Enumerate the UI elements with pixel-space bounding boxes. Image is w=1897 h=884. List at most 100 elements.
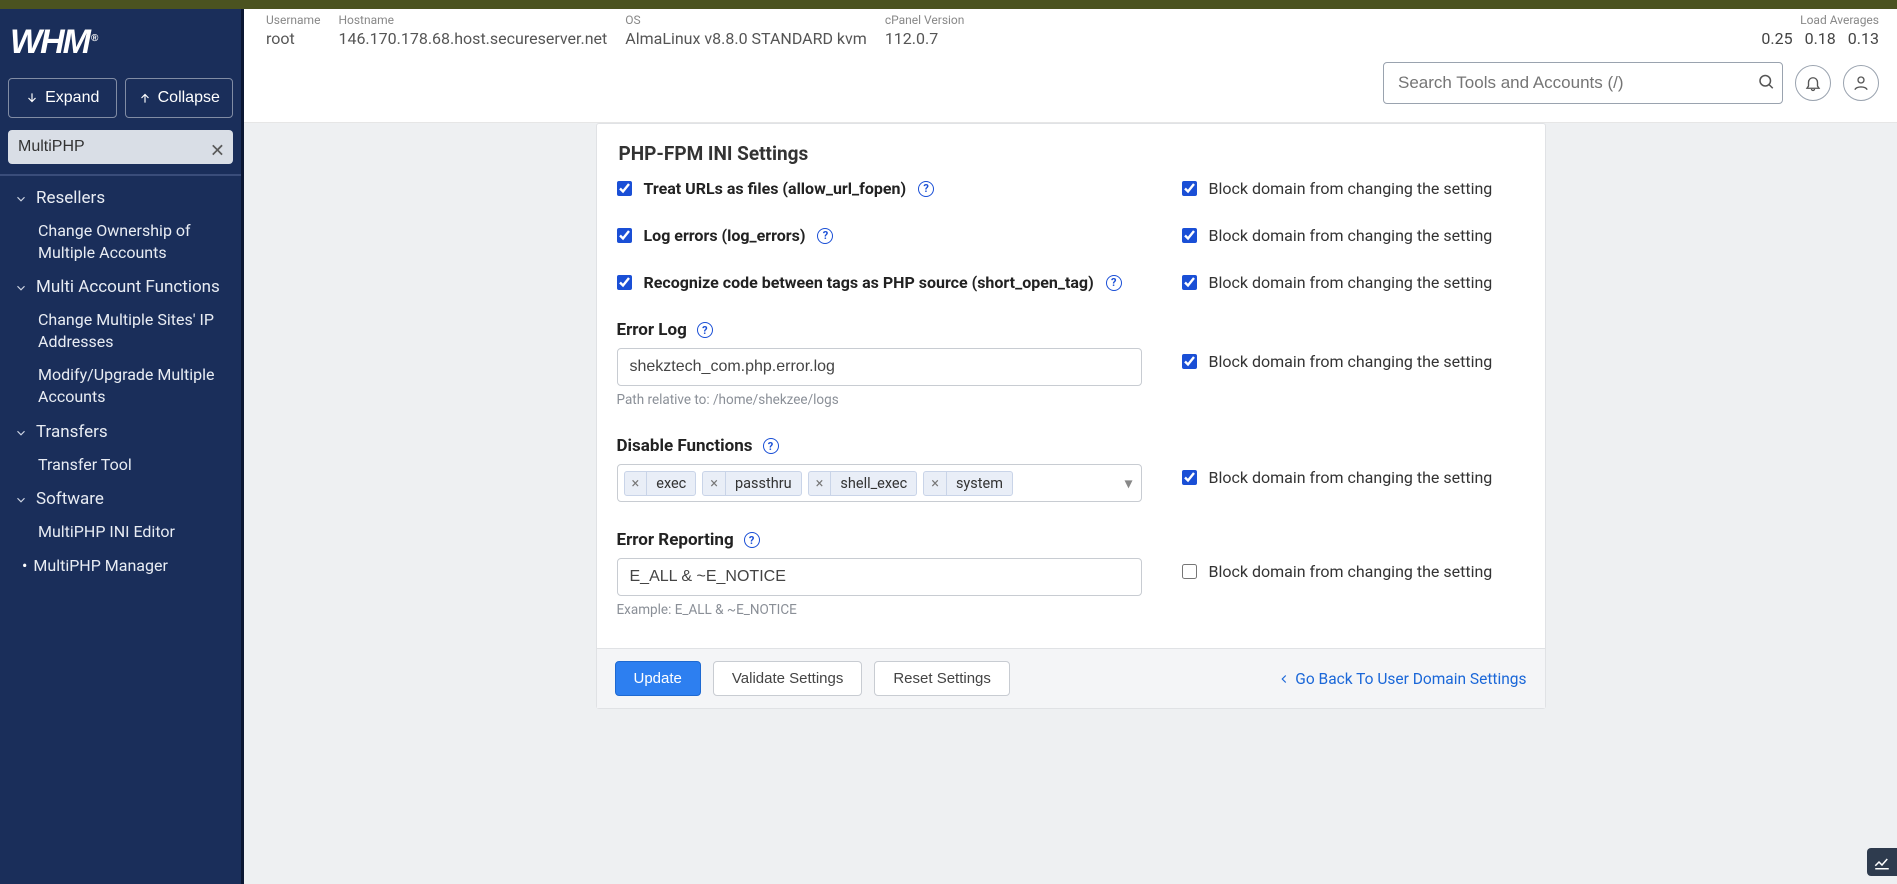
account-button[interactable] (1843, 65, 1879, 101)
bell-icon (1804, 74, 1822, 92)
server-info-bar: Username root Hostname 146.170.178.68.ho… (244, 9, 1897, 52)
top-green-strip (0, 0, 1897, 9)
sidebar-item-change-sites-ip[interactable]: Change Multiple Sites' IP Addresses (0, 303, 241, 358)
block-label: Block domain from changing the setting (1209, 562, 1493, 581)
sidebar-item-modify-upgrade[interactable]: Modify/Upgrade Multiple Accounts (0, 358, 241, 413)
disable-functions-label: Disable Functions (617, 436, 753, 456)
chart-icon (1873, 853, 1891, 871)
allow-url-fopen-block-checkbox[interactable] (1182, 181, 1197, 196)
sidebar-section-resellers[interactable]: Resellers (0, 180, 241, 214)
stats-fab[interactable] (1867, 848, 1897, 876)
sidebar-section-label: Resellers (36, 188, 105, 208)
load-15: 0.13 (1848, 29, 1879, 48)
go-back-link[interactable]: Go Back To User Domain Settings (1277, 670, 1526, 688)
help-icon[interactable]: ? (763, 438, 779, 454)
disable-functions-tagbox[interactable]: ×exec×passthru×shell_exec×system▾ (617, 464, 1142, 502)
arrow-up-icon (138, 91, 152, 105)
help-icon[interactable]: ? (744, 532, 760, 548)
function-tag: ×shell_exec (808, 471, 918, 496)
tag-remove[interactable]: × (625, 472, 648, 495)
tag-text: shell_exec (831, 472, 916, 495)
whm-logo: WHM® (0, 9, 241, 70)
sidebar-item-change-ownership[interactable]: Change Ownership of Multiple Accounts (0, 214, 241, 269)
sidebar-section-label: Transfers (36, 422, 108, 442)
arrow-down-icon (25, 91, 39, 105)
info-load-averages: Load Averages 0.25 0.18 0.13 (1761, 13, 1879, 48)
tag-remove[interactable]: × (703, 472, 726, 495)
update-button[interactable]: Update (615, 661, 701, 696)
error-log-input[interactable] (617, 348, 1142, 386)
disable-functions-block-checkbox[interactable] (1182, 470, 1197, 485)
sidebar-item-multiphp-manager[interactable]: MultiPHP Manager (0, 549, 241, 583)
error-reporting-input[interactable] (617, 558, 1142, 596)
block-label: Block domain from changing the setting (1209, 468, 1493, 487)
sidebar-section-transfers[interactable]: Transfers (0, 414, 241, 448)
collapse-label: Collapse (158, 89, 220, 107)
sidebar-filter-clear[interactable]: ✕ (210, 140, 225, 161)
error-reporting-label: Error Reporting (617, 530, 734, 550)
short-open-tag-block-checkbox[interactable] (1182, 275, 1197, 290)
tag-remove[interactable]: × (809, 472, 832, 495)
tag-text: passthru (726, 472, 801, 495)
go-back-label: Go Back To User Domain Settings (1295, 670, 1526, 688)
arrow-left-icon (1277, 672, 1291, 686)
global-search-button[interactable] (1757, 73, 1775, 94)
short-open-tag-label: Recognize code between tags as PHP sourc… (644, 273, 1094, 292)
function-tag: ×system (923, 471, 1013, 496)
short-open-tag-checkbox[interactable] (617, 275, 632, 290)
sidebar-item-multiphp-ini[interactable]: MultiPHP INI Editor (0, 515, 241, 549)
chevron-down-icon (14, 191, 28, 205)
help-icon[interactable]: ? (1106, 275, 1122, 291)
help-icon[interactable]: ? (918, 181, 934, 197)
function-tag: ×exec (624, 471, 697, 496)
error-reporting-hint: Example: E_ALL & ~E_NOTICE (617, 602, 1142, 618)
sidebar-section-label: Multi Account Functions (36, 277, 220, 297)
help-icon[interactable]: ? (697, 322, 713, 338)
error-reporting-block-checkbox[interactable] (1182, 564, 1197, 579)
sidebar-section-multi-account[interactable]: Multi Account Functions (0, 269, 241, 303)
block-label: Block domain from changing the setting (1209, 273, 1493, 292)
sidebar-section-label: Software (36, 489, 104, 509)
block-label: Block domain from changing the setting (1209, 179, 1493, 198)
reset-settings-button[interactable]: Reset Settings (874, 661, 1010, 696)
tag-text: exec (647, 472, 695, 495)
user-icon (1852, 74, 1870, 92)
info-os: OS AlmaLinux v8.8.0 STANDARD kvm (625, 13, 867, 48)
search-icon (1757, 73, 1775, 91)
chevron-down-icon (14, 492, 28, 506)
sidebar-item-transfer-tool[interactable]: Transfer Tool (0, 448, 241, 482)
global-search-input[interactable] (1383, 62, 1783, 104)
expand-button[interactable]: Expand (8, 78, 117, 118)
sidebar-section-software[interactable]: Software (0, 481, 241, 515)
info-hostname: Hostname 146.170.178.68.host.secureserve… (338, 13, 607, 48)
load-1: 0.25 (1761, 29, 1792, 48)
chevron-down-icon (14, 425, 28, 439)
allow-url-fopen-checkbox[interactable] (617, 181, 632, 196)
load-5: 0.18 (1805, 29, 1836, 48)
tag-remove[interactable]: × (924, 472, 947, 495)
info-username: Username root (266, 13, 320, 48)
collapse-button[interactable]: Collapse (125, 78, 234, 118)
info-cpanel-version: cPanel Version 112.0.7 (885, 13, 965, 48)
panel-title: PHP-FPM INI Settings (619, 142, 1525, 165)
log-errors-block-checkbox[interactable] (1182, 228, 1197, 243)
notifications-button[interactable] (1795, 65, 1831, 101)
log-errors-checkbox[interactable] (617, 228, 632, 243)
sidebar-filter-input[interactable] (8, 130, 233, 164)
expand-label: Expand (45, 89, 99, 107)
sidebar-nav: Resellers Change Ownership of Multiple A… (0, 174, 241, 884)
error-log-hint: Path relative to: /home/shekzee/logs (617, 392, 1142, 408)
php-fpm-panel: PHP-FPM INI Settings Treat URLs as files… (596, 123, 1546, 709)
close-icon: ✕ (210, 140, 225, 160)
sidebar: WHM® Expand Collapse ✕ Resellers (0, 9, 244, 884)
log-errors-label: Log errors (log_errors) (644, 226, 806, 245)
panel-footer: Update Validate Settings Reset Settings … (597, 648, 1545, 708)
dropdown-caret-icon[interactable]: ▾ (1124, 474, 1132, 493)
help-icon[interactable]: ? (817, 228, 833, 244)
block-label: Block domain from changing the setting (1209, 226, 1493, 245)
validate-settings-button[interactable]: Validate Settings (713, 661, 862, 696)
error-log-block-checkbox[interactable] (1182, 354, 1197, 369)
tag-text: system (947, 472, 1012, 495)
main-toolbar (244, 52, 1897, 123)
block-label: Block domain from changing the setting (1209, 352, 1493, 371)
